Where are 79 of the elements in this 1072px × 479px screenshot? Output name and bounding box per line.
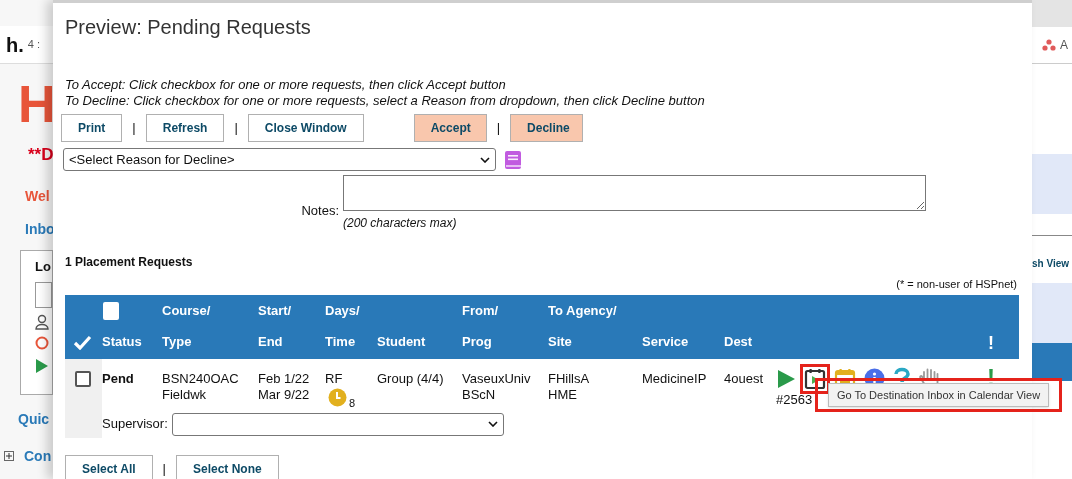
column-header: Site	[548, 333, 573, 351]
header-bar	[1032, 343, 1072, 381]
caret-icon	[487, 421, 498, 427]
notes-field[interactable]	[343, 175, 926, 211]
column-header: To Agency/	[548, 301, 617, 320]
table-cell-text: FHillsA	[548, 370, 591, 387]
toolbar-button[interactable]: Accept	[413, 114, 487, 142]
reason-dropdown[interactable]: <Select Reason for Decline>	[63, 148, 496, 171]
info-panel	[1032, 283, 1072, 343]
row-checkbox[interactable]	[75, 370, 91, 387]
modal-title: Preview: Pending Requests	[65, 15, 311, 39]
column-header: Student	[377, 333, 427, 351]
table-cell-text: Group (4/4)	[377, 370, 445, 387]
check-all-icon[interactable]	[73, 334, 92, 350]
table-cell-text: BScN	[462, 386, 497, 403]
play-icon[interactable]	[776, 368, 796, 389]
info-panel	[1032, 154, 1072, 214]
column-header: Time	[325, 333, 357, 351]
login-field[interactable]	[35, 282, 52, 308]
clock-icon	[328, 387, 347, 407]
column-header: Prog	[462, 333, 493, 351]
toolbar-button[interactable]: Refresh	[145, 114, 225, 142]
toolbar-button[interactable]: Decline	[510, 114, 584, 142]
alert-text: **D	[27, 144, 53, 166]
welcome-text: Wel	[24, 186, 51, 206]
toolbar-button[interactable]: Select None	[175, 454, 279, 479]
table-cell-text: Feb 1/22	[258, 370, 311, 387]
column-header: Days/	[325, 301, 360, 320]
column-header: Start/	[258, 301, 292, 320]
column-header: End	[258, 333, 284, 351]
expand-icon[interactable]	[4, 451, 14, 461]
instruction-text: To Decline: Click checkbox for one or more requests, select a Reason from dropdown, then click Decline button	[65, 93, 705, 109]
table-cell-text: MedicineIP	[642, 370, 708, 387]
column-header: Type	[162, 333, 193, 351]
table-cell-text: VaseuxUniv	[462, 370, 532, 387]
character-limit-hint: (200 characters max)	[343, 215, 457, 232]
separator: |	[161, 459, 167, 478]
legend-text: (* = non-user of HSPnet)	[896, 277, 1017, 292]
table-cell-text: Fieldwk	[162, 386, 208, 403]
column-header: From/	[462, 301, 499, 320]
table-cell-text: 4ouest	[724, 370, 765, 387]
column-header: Service	[642, 333, 690, 351]
table-cell-text: Mar 9/22	[258, 386, 311, 403]
separator: |	[131, 119, 137, 138]
table-cell: RF	[325, 370, 343, 387]
tooltip: Go To Destination Inbox in Calendar View	[827, 382, 1050, 408]
table-cell-text: HME	[548, 386, 578, 403]
section-title: 1 Placement Requests	[65, 254, 193, 271]
toolbar-button[interactable]: Print	[61, 114, 123, 142]
tab-text: 4 :	[27, 37, 40, 53]
quick-link[interactable]: Quic	[0, 408, 53, 430]
column-header: Course/	[162, 301, 211, 320]
browser-tab-bar	[1032, 0, 1072, 27]
section-link[interactable]: Con	[24, 445, 52, 467]
toolbar-button[interactable]: Select All	[65, 454, 153, 479]
play-icon	[35, 358, 49, 374]
panel-label: Lo	[35, 257, 52, 276]
reference-number: #2563	[776, 391, 813, 408]
separator: |	[233, 119, 239, 138]
toolbar-button[interactable]: Close Window	[247, 114, 364, 142]
page-heading: H	[17, 76, 53, 132]
view-button[interactable]: sh View	[1032, 256, 1070, 271]
supervisor-dropdown[interactable]	[171, 412, 504, 436]
dots-icon	[1042, 39, 1056, 51]
separator: |	[495, 119, 502, 138]
column-header: !	[988, 333, 994, 352]
caret-icon	[480, 156, 490, 163]
status-cell-text: Pend	[102, 370, 135, 387]
person-icon	[35, 314, 49, 330]
supervisor-label: Supervisor:	[102, 416, 168, 432]
notes-label: Notes:	[300, 202, 339, 220]
logo: h.	[6, 32, 24, 58]
menu-text: A	[1060, 37, 1068, 54]
calendar-play-icon[interactable]	[804, 367, 826, 390]
column-header: Status	[102, 333, 143, 351]
instruction-text: To Accept: Click checkbox for one or more requests, then click Accept button	[65, 77, 506, 93]
column-header: Dest	[724, 333, 754, 351]
table-cell-text: BSN240OAC	[162, 370, 240, 387]
hours-count: 8	[349, 395, 356, 411]
